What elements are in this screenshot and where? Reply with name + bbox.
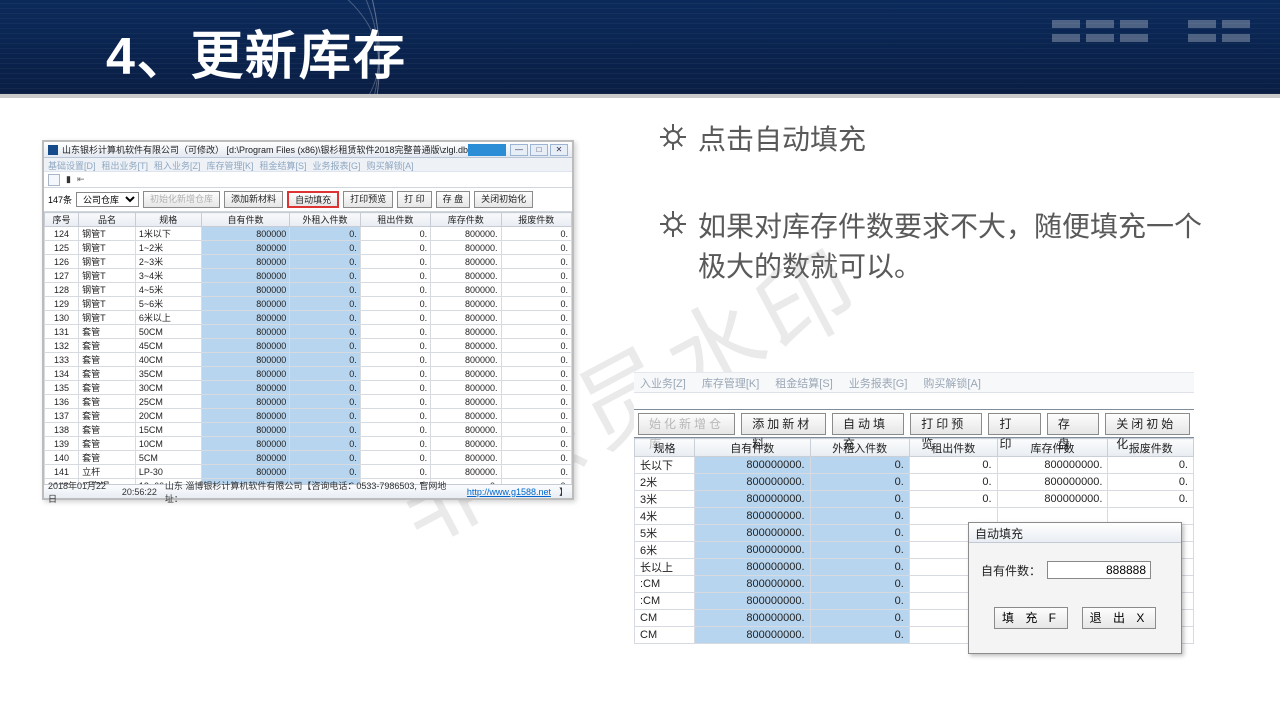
globe-decoration [0, 0, 380, 98]
col-header[interactable]: 规格 [635, 439, 695, 457]
table-row[interactable]: 2米800000000.0. 0.800000000.0. [635, 474, 1194, 491]
website-link[interactable]: http://www.g1588.net [467, 487, 551, 497]
menu-item[interactable]: 租金结算[S] [260, 159, 307, 170]
bullet-2-text: 如果对库存件数要求不大，随便填充一个极大的数就可以。 [698, 207, 1220, 288]
menu-item[interactable]: 基础设置[D] [48, 159, 96, 170]
detail-menu[interactable]: 入业务[Z] 库存管理[K] 租金结算[S] 业务报表[G] 购买解锁[A] [634, 372, 1194, 392]
header-decoration [1052, 20, 1250, 42]
table-row[interactable]: 126钢管T2~3米 8000000. 0.800000.0. [45, 255, 572, 269]
menu-bar[interactable]: 基础设置[D] 租出业务[T] 租入业务[Z] 库存管理[K] 租金结算[S] 业务报表[… [44, 158, 572, 172]
col-header[interactable]: 外租入件数 [810, 439, 909, 457]
own-count-label: 自有件数： [981, 562, 1041, 579]
col-header[interactable]: 租出件数 [360, 213, 430, 227]
print-button[interactable]: 打 印 [988, 413, 1040, 435]
save-button[interactable]: 存 盘 [436, 191, 471, 208]
sun-icon [660, 124, 686, 150]
menu-item[interactable]: 租金结算[S] [775, 375, 832, 390]
window-title: 山东银杉计算机软件有限公司（可修改） [d:\Program Files (x8… [62, 143, 468, 156]
print-preview-button[interactable]: 打印预览 [910, 413, 982, 435]
inventory-grid[interactable]: 序号品名规格自有件数外租入件数租出件数库存件数报废件数 124钢管T1米以下 8… [44, 212, 572, 488]
inventory-window: 山东银杉计算机软件有限公司（可修改） [d:\Program Files (x8… [42, 140, 574, 500]
table-row[interactable]: 130钢管T6米以上 8000000. 0.800000.0. [45, 311, 572, 325]
slide-title: 4、更新库存 [106, 14, 407, 89]
app-icon [48, 145, 58, 155]
close-button[interactable]: ✕ [550, 144, 568, 156]
explanation-panel: 点击自动填充 如果对库存件数要求不大，随便填充一个极大的数就可以。 [660, 120, 1220, 334]
slide-header: 4、更新库存 [0, 0, 1280, 98]
status-bar: 2018年01月22日 20:56:22 山东 淄博银杉计算机软件有限公司【咨询… [44, 484, 572, 498]
col-header[interactable]: 外租入件数 [290, 213, 360, 227]
table-row[interactable]: 128钢管T4~5米 8000000. 0.800000.0. [45, 283, 572, 297]
table-row[interactable]: 135套管30CM 8000000. 0.800000.0. [45, 381, 572, 395]
table-row[interactable]: 139套管10CM 8000000. 0.800000.0. [45, 437, 572, 451]
menu-item[interactable]: 业务报表[G] [849, 375, 908, 390]
sun-icon [660, 211, 686, 237]
close-init-button[interactable]: 关闭初始化 [474, 191, 533, 208]
row-count: 147条 [48, 193, 72, 206]
bullet-1: 点击自动填充 [660, 120, 1220, 161]
table-row[interactable]: 124钢管T1米以下 8000000. 0.800000.0. [45, 227, 572, 241]
print-preview-button[interactable]: 打印预览 [343, 191, 393, 208]
init-new-warehouse-button[interactable]: 初始化新增仓库 [143, 191, 220, 208]
col-header[interactable]: 自有件数 [201, 213, 290, 227]
col-header[interactable]: 规格 [135, 213, 201, 227]
filter-row: 147条 公司仓库 初始化新增仓库 添加新材料 自动填充 打印预览 打 印 存 … [44, 188, 572, 212]
titlebar[interactable]: 山东银杉计算机软件有限公司（可修改） [d:\Program Files (x8… [44, 142, 572, 158]
col-header[interactable]: 品名 [79, 213, 136, 227]
table-row[interactable]: 134套管35CM 8000000. 0.800000.0. [45, 367, 572, 381]
own-count-input[interactable] [1047, 561, 1151, 579]
close-init-button[interactable]: 关闭初始化 [1105, 413, 1190, 435]
menu-item[interactable]: 入业务[Z] [640, 375, 686, 390]
auto-fill-button[interactable]: 自动填充 [832, 413, 904, 435]
col-header[interactable]: 序号 [45, 213, 79, 227]
menu-item[interactable]: 购买解锁[A] [367, 159, 414, 170]
add-material-button[interactable]: 添加新材料 [741, 413, 826, 435]
detail-window: 入业务[Z] 库存管理[K] 租金结算[S] 业务报表[G] 购买解锁[A] 始化新增仓… [634, 372, 1194, 678]
table-row[interactable]: 3米800000000.0. 0.800000000.0. [635, 491, 1194, 508]
table-row[interactable]: 136套管25CM 8000000. 0.800000.0. [45, 395, 572, 409]
bullet-1-text: 点击自动填充 [698, 120, 866, 161]
table-row[interactable]: 133套管40CM 8000000. 0.800000.0. [45, 353, 572, 367]
tool-icon[interactable] [48, 174, 60, 186]
menu-item[interactable]: 租入业务[Z] [154, 159, 201, 170]
menu-item[interactable]: 租出业务[T] [102, 159, 149, 170]
col-header[interactable]: 报废件数 [501, 213, 571, 227]
print-button[interactable]: 打 印 [397, 191, 432, 208]
init-new-warehouse-button[interactable]: 始化新增仓库 [638, 413, 735, 435]
toolbar: ▮ ⇤ [44, 172, 572, 188]
save-button[interactable]: 存 盘 [1047, 413, 1099, 435]
col-header[interactable]: 库存件数 [431, 213, 501, 227]
menu-item[interactable]: 业务报表[G] [313, 159, 361, 170]
menu-item[interactable]: 购买解锁[A] [923, 375, 980, 390]
dialog-title[interactable]: 自动填充 [969, 523, 1181, 543]
auto-fill-button[interactable]: 自动填充 [287, 191, 339, 208]
bullet-2: 如果对库存件数要求不大，随便填充一个极大的数就可以。 [660, 207, 1220, 288]
table-row[interactable]: 141立杆LP-30 8000000. 0.800000.0. [45, 465, 572, 479]
table-row[interactable]: 131套管50CM 8000000. 0.800000.0. [45, 325, 572, 339]
table-row[interactable]: 125钢管T1~2米 8000000. 0.800000.0. [45, 241, 572, 255]
menu-item[interactable]: 库存管理[K] [207, 159, 254, 170]
detail-button-row: 始化新增仓库 添加新材料 自动填充 打印预览 打 印 存 盘 关闭初始化 [634, 410, 1194, 438]
table-row[interactable]: 140套管5CM 8000000. 0.800000.0. [45, 451, 572, 465]
add-material-button[interactable]: 添加新材料 [224, 191, 283, 208]
table-row[interactable]: 138套管15CM 8000000. 0.800000.0. [45, 423, 572, 437]
col-header[interactable]: 自有件数 [695, 439, 810, 457]
warehouse-select[interactable]: 公司仓库 [76, 192, 139, 207]
auto-fill-dialog: 自动填充 自有件数： 填 充 F 退 出 X [968, 522, 1182, 654]
upload-scan-button[interactable] [468, 144, 506, 156]
table-row[interactable]: 132套管45CM 8000000. 0.800000.0. [45, 339, 572, 353]
menu-item[interactable]: 库存管理[K] [702, 375, 759, 390]
table-row[interactable]: 129钢管T5~6米 8000000. 0.800000.0. [45, 297, 572, 311]
maximize-button[interactable]: □ [530, 144, 548, 156]
table-row[interactable]: 127钢管T3~4米 8000000. 0.800000.0. [45, 269, 572, 283]
minimize-button[interactable]: — [510, 144, 528, 156]
table-row[interactable]: 137套管20CM 8000000. 0.800000.0. [45, 409, 572, 423]
table-row[interactable]: 长以下800000000.0. 0.800000000.0. [635, 457, 1194, 474]
exit-button[interactable]: 退 出 X [1082, 607, 1156, 629]
fill-button[interactable]: 填 充 F [994, 607, 1068, 629]
